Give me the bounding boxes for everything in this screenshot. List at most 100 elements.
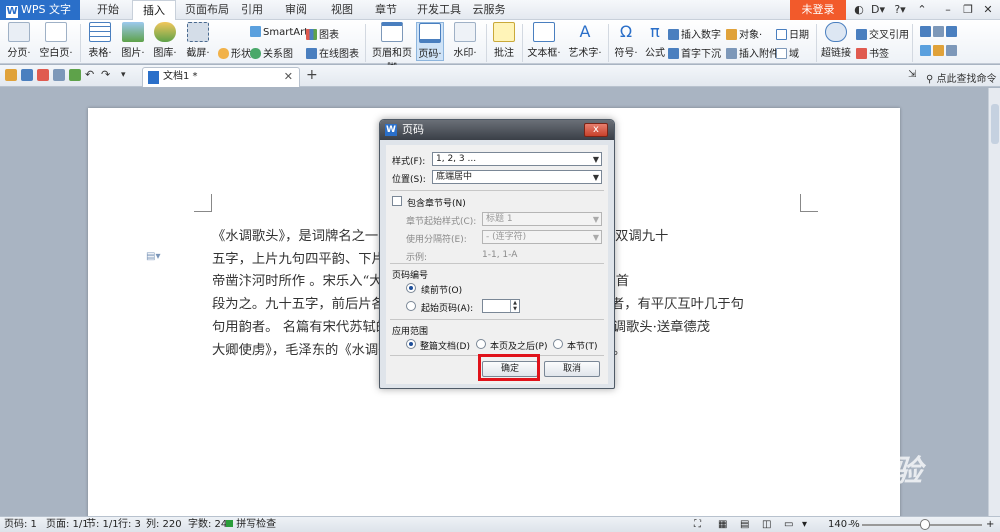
object-button[interactable]: 对象·	[726, 26, 762, 41]
apply-whole-radio[interactable]	[406, 339, 416, 349]
customize-arrow-icon[interactable]: ▾	[121, 69, 133, 81]
tab-developer[interactable]: 开发工具	[412, 0, 466, 20]
login-button[interactable]: 未登录	[790, 0, 846, 20]
search-icon: ⚲	[926, 74, 934, 85]
divider	[390, 263, 604, 264]
dialog-close-button[interactable]: x	[584, 123, 608, 137]
comment-button[interactable]: 批注	[490, 22, 518, 59]
dialog-titlebar[interactable]: W 页码 x	[380, 120, 614, 140]
more-tools-row2[interactable]	[920, 45, 959, 57]
blank-page-button[interactable]: 空白页·	[38, 22, 74, 59]
separator-select[interactable]: - (连字符) ▼	[482, 230, 602, 244]
more-tools-row1[interactable]	[920, 26, 959, 38]
pdf-icon[interactable]	[37, 69, 49, 81]
open-icon[interactable]	[5, 69, 17, 81]
shape-button[interactable]: 形状·	[218, 45, 254, 60]
wordart-button[interactable]: A 艺术字·	[566, 22, 604, 59]
table-button[interactable]: 表格·	[86, 22, 114, 59]
formula-icon: π	[650, 22, 660, 41]
bookmark-button[interactable]: 书签	[856, 45, 889, 60]
fullscreen-icon[interactable]: ⛶	[694, 517, 701, 532]
zoom-in-icon[interactable]: +	[986, 517, 994, 532]
zoom-slider-knob[interactable]	[920, 519, 930, 530]
chapter-style-select[interactable]: 标题 1 ▼	[482, 212, 602, 226]
tab-home[interactable]: 开始	[88, 0, 128, 20]
start-at-stepper[interactable]: ▲ ▼	[482, 299, 520, 313]
command-search[interactable]: ⚲ 点此查找命令	[926, 70, 997, 85]
date-button[interactable]: 日期	[776, 26, 809, 41]
online-chart-button[interactable]: 在线图表	[306, 45, 359, 60]
page-view-icon[interactable]: ▦	[718, 517, 727, 532]
gallery-button[interactable]: 图库·	[151, 22, 179, 59]
chevron-down-icon: ▼	[592, 155, 599, 164]
position-select[interactable]: 底端居中 ▼	[432, 170, 602, 184]
formula-button[interactable]: π 公式	[643, 22, 667, 59]
undo-icon[interactable]: ↶	[85, 69, 97, 81]
new-tab-icon[interactable]: +	[306, 67, 318, 83]
watermark-button[interactable]: 水印·	[450, 22, 480, 59]
screenshot-button[interactable]: 截屏·	[184, 22, 212, 59]
spellcheck-toggle[interactable]: 拼写检查	[226, 517, 276, 532]
attachment-button[interactable]: 插入附件	[726, 45, 779, 60]
stepper-arrows-icon[interactable]: ▲ ▼	[510, 300, 519, 312]
cancel-button[interactable]: 取消	[544, 361, 600, 377]
textbox-button[interactable]: 文本框·	[526, 22, 562, 59]
outline-view-icon[interactable]: ▤	[740, 517, 749, 532]
insert-number-button[interactable]: 插入数字	[668, 26, 721, 41]
print-icon[interactable]	[53, 69, 65, 81]
skin-icon[interactable]: ◐	[851, 2, 867, 18]
tab-review[interactable]: 审阅	[280, 0, 312, 20]
include-chapter-checkbox[interactable]	[392, 196, 402, 206]
start-at-radio[interactable]	[406, 301, 416, 311]
field-button[interactable]: 域	[776, 45, 799, 60]
paragraph-icon[interactable]: ▤▾	[146, 251, 160, 263]
hyperlink-button[interactable]: 超链接	[820, 22, 852, 59]
tab-chapter[interactable]: 章节	[370, 0, 402, 20]
page-break-button[interactable]: 分页·	[5, 22, 33, 59]
zoom-level[interactable]: 140 %	[828, 517, 860, 532]
tab-cloud[interactable]: 云服务	[468, 0, 510, 20]
wps-logo-icon: W	[385, 124, 397, 136]
ribbon-separator	[522, 24, 523, 62]
page-number-button[interactable]: 页码·	[416, 22, 444, 61]
apply-section-radio[interactable]	[553, 339, 563, 349]
tab-page-layout[interactable]: 页面布局	[180, 0, 234, 20]
help-icon[interactable]: ?▾	[892, 2, 908, 18]
collapse-ribbon-icon[interactable]: ⇲	[908, 69, 920, 81]
continue-label: 续前节(O)	[421, 286, 463, 296]
smartart-button[interactable]: SmartArt	[250, 26, 308, 38]
vertical-scrollbar[interactable]	[988, 88, 1000, 516]
maximize-icon[interactable]: ❐	[960, 2, 976, 18]
apply-after-radio[interactable]	[476, 339, 486, 349]
tab-references[interactable]: 引用	[236, 0, 268, 20]
close-icon[interactable]: ✕	[980, 2, 996, 18]
ribbon-separator	[816, 24, 817, 62]
share-icon[interactable]: D▾	[870, 2, 886, 18]
wordart-icon: A	[579, 22, 591, 41]
style-select[interactable]: 1, 2, 3 ... ▼	[432, 152, 602, 166]
redo-icon[interactable]: ↷	[101, 69, 113, 81]
document-tab[interactable]: 文档1 * ✕	[142, 67, 300, 87]
relation-button[interactable]: 关系图	[250, 45, 293, 60]
date-icon	[776, 29, 787, 40]
tab-view[interactable]: 视图	[326, 0, 358, 20]
zoom-menu-icon[interactable]: ▾	[802, 517, 807, 532]
symbol-button[interactable]: Ω 符号·	[612, 22, 640, 59]
save-icon[interactable]	[21, 69, 33, 81]
web-view-icon[interactable]: ◫	[762, 517, 771, 532]
continue-radio[interactable]	[406, 283, 416, 293]
chart-button[interactable]: 图表	[306, 26, 339, 41]
zoom-out-icon[interactable]: –	[848, 517, 853, 532]
reading-view-icon[interactable]: ▭	[784, 517, 793, 532]
tab-insert[interactable]: 插入	[132, 0, 176, 21]
scrollbar-thumb[interactable]	[991, 104, 999, 144]
picture-icon	[122, 22, 144, 42]
dropcap-button[interactable]: 首字下沉	[668, 45, 721, 60]
picture-button[interactable]: 图片·	[119, 22, 147, 59]
app-menu-button[interactable]: WWPS 文字 ▾	[0, 0, 80, 36]
print-preview-icon[interactable]	[69, 69, 81, 81]
close-tab-icon[interactable]: ✕	[284, 68, 293, 86]
restore-ribbon-icon[interactable]: ⌃	[914, 2, 930, 18]
minimize-icon[interactable]: –	[940, 2, 956, 18]
cross-ref-button[interactable]: 交叉引用	[856, 26, 909, 41]
